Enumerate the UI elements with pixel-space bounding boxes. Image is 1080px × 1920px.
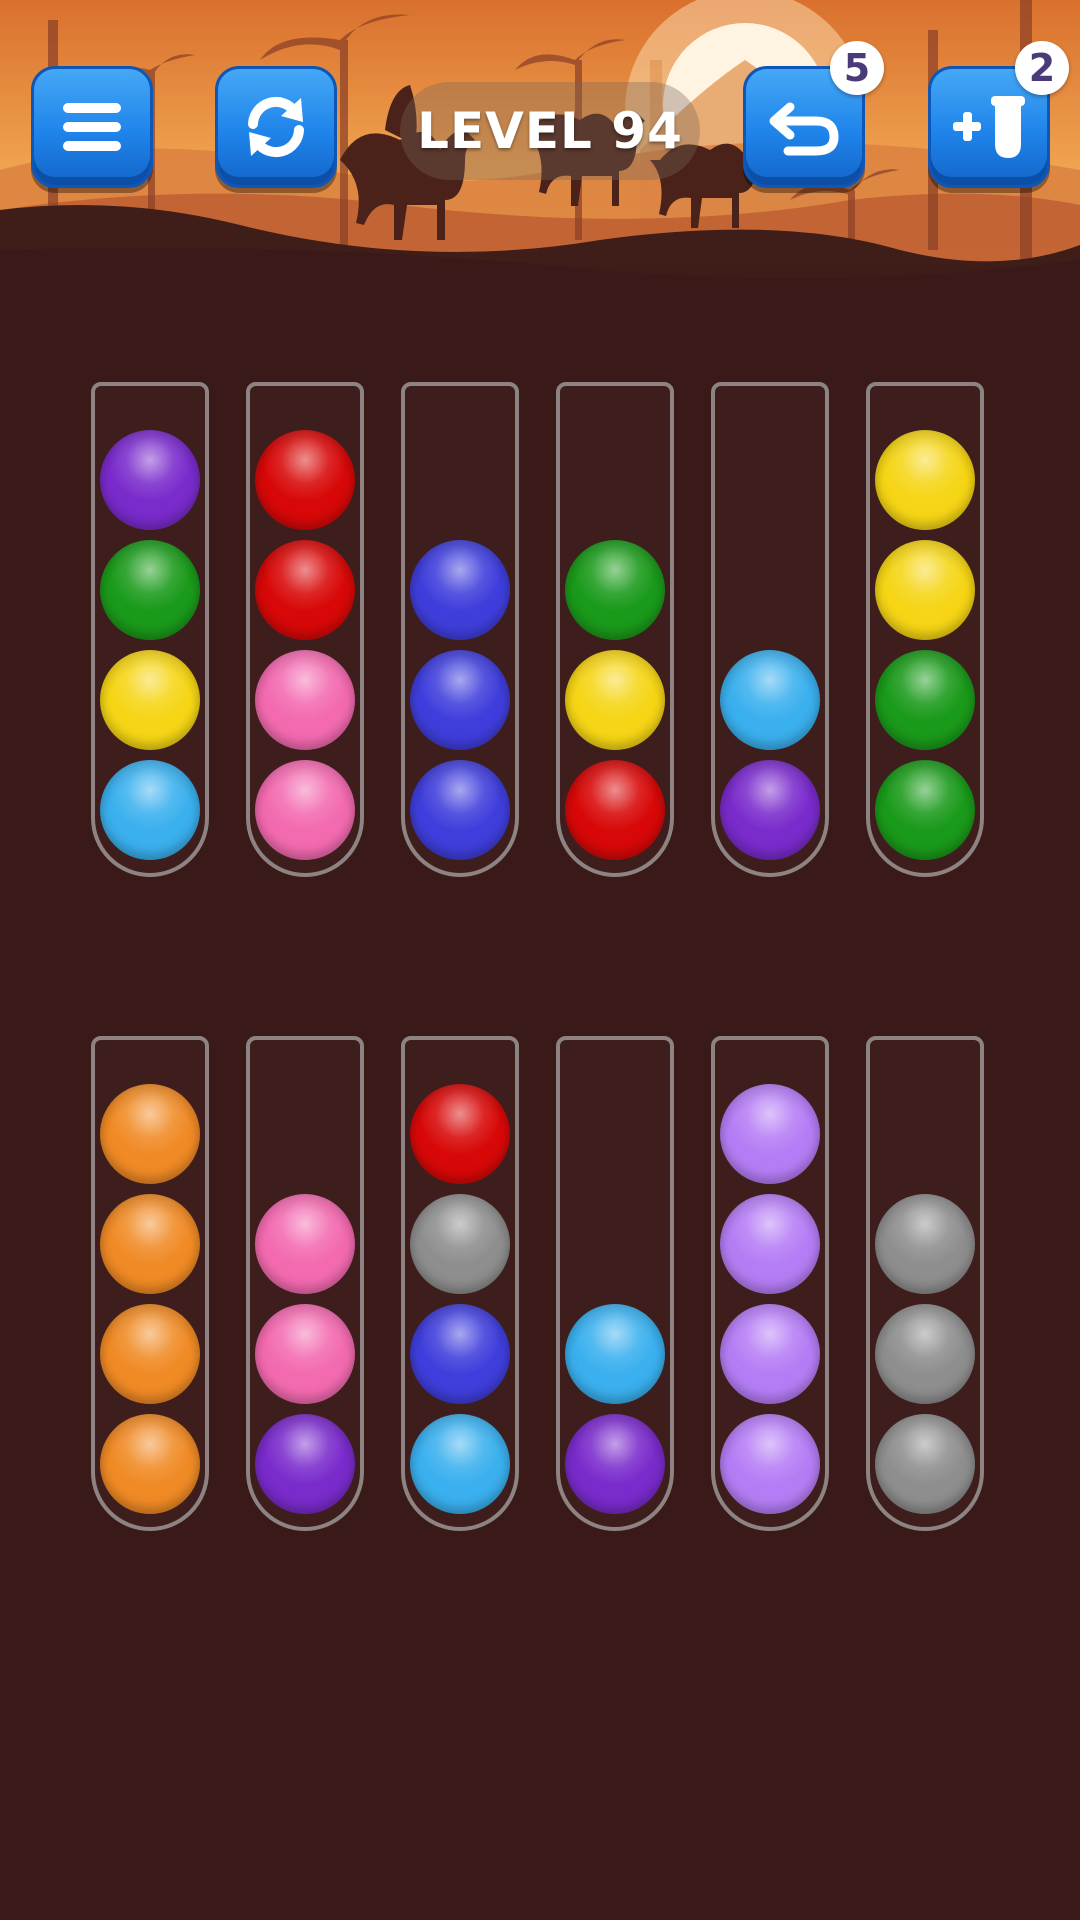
- ball-sky: [410, 1414, 510, 1514]
- ball-green: [100, 540, 200, 640]
- ball-lavender: [720, 1414, 820, 1514]
- ball-sky: [565, 1304, 665, 1404]
- ball-orange: [100, 1084, 200, 1184]
- tube-bottom-3[interactable]: [401, 1036, 519, 1531]
- ball-red: [255, 430, 355, 530]
- ball-pink: [255, 650, 355, 750]
- ball-purple: [565, 1414, 665, 1514]
- ball-gray: [875, 1304, 975, 1404]
- ball-gray: [410, 1194, 510, 1294]
- tube-top-2[interactable]: [246, 382, 364, 877]
- ball-yellow: [100, 650, 200, 750]
- game-board: [0, 0, 1080, 1920]
- tube-bottom-6[interactable]: [866, 1036, 984, 1531]
- tube-bottom-2[interactable]: [246, 1036, 364, 1531]
- ball-lavender: [720, 1304, 820, 1404]
- ball-lavender: [720, 1084, 820, 1184]
- ball-pink: [255, 1194, 355, 1294]
- ball-yellow: [875, 540, 975, 640]
- ball-green: [875, 650, 975, 750]
- ball-blue: [410, 650, 510, 750]
- ball-purple: [720, 760, 820, 860]
- ball-blue: [410, 540, 510, 640]
- tube-top-1[interactable]: [91, 382, 209, 877]
- ball-blue: [410, 760, 510, 860]
- ball-pink: [255, 1304, 355, 1404]
- tube-top-5[interactable]: [711, 382, 829, 877]
- ball-orange: [100, 1304, 200, 1404]
- ball-red: [565, 760, 665, 860]
- ball-lavender: [720, 1194, 820, 1294]
- ball-sky: [720, 650, 820, 750]
- ball-yellow: [875, 430, 975, 530]
- ball-red: [255, 540, 355, 640]
- ball-gray: [875, 1414, 975, 1514]
- tube-top-4[interactable]: [556, 382, 674, 877]
- ball-gray: [875, 1194, 975, 1294]
- tube-bottom-4[interactable]: [556, 1036, 674, 1531]
- ball-orange: [100, 1414, 200, 1514]
- ball-purple: [100, 430, 200, 530]
- ball-purple: [255, 1414, 355, 1514]
- tube-top-3[interactable]: [401, 382, 519, 877]
- ball-blue: [410, 1304, 510, 1404]
- ball-sky: [100, 760, 200, 860]
- ball-orange: [100, 1194, 200, 1294]
- tube-top-6[interactable]: [866, 382, 984, 877]
- tube-bottom-1[interactable]: [91, 1036, 209, 1531]
- ball-green: [875, 760, 975, 860]
- ball-pink: [255, 760, 355, 860]
- ball-green: [565, 540, 665, 640]
- ball-red: [410, 1084, 510, 1184]
- tube-bottom-5[interactable]: [711, 1036, 829, 1531]
- ball-yellow: [565, 650, 665, 750]
